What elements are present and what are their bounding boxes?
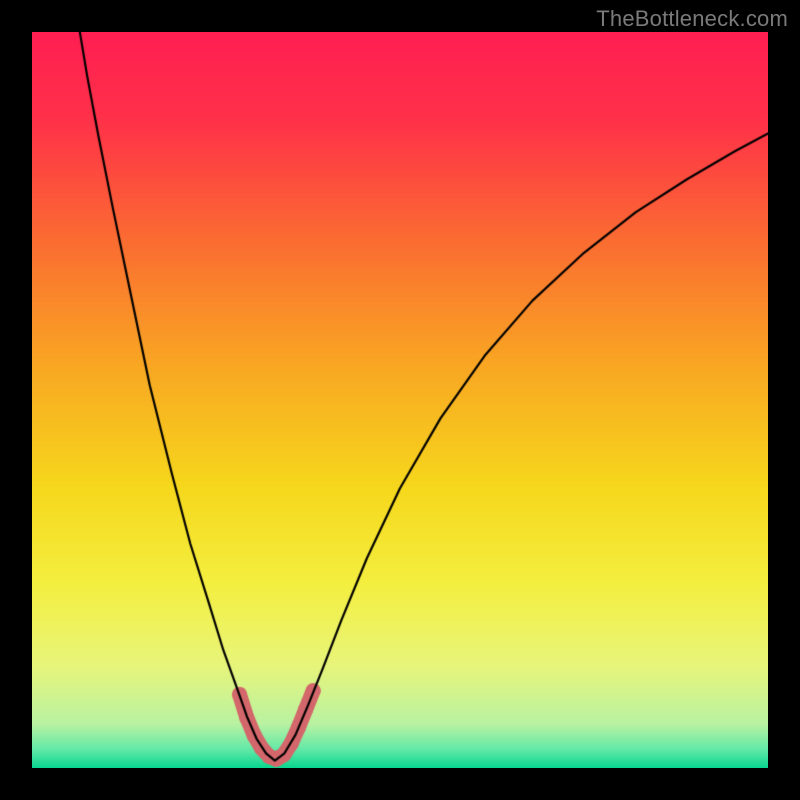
chart-frame: TheBottleneck.com <box>0 0 800 800</box>
watermark-label: TheBottleneck.com <box>596 6 788 32</box>
curve-layer <box>32 32 768 768</box>
plot-area <box>32 32 768 768</box>
